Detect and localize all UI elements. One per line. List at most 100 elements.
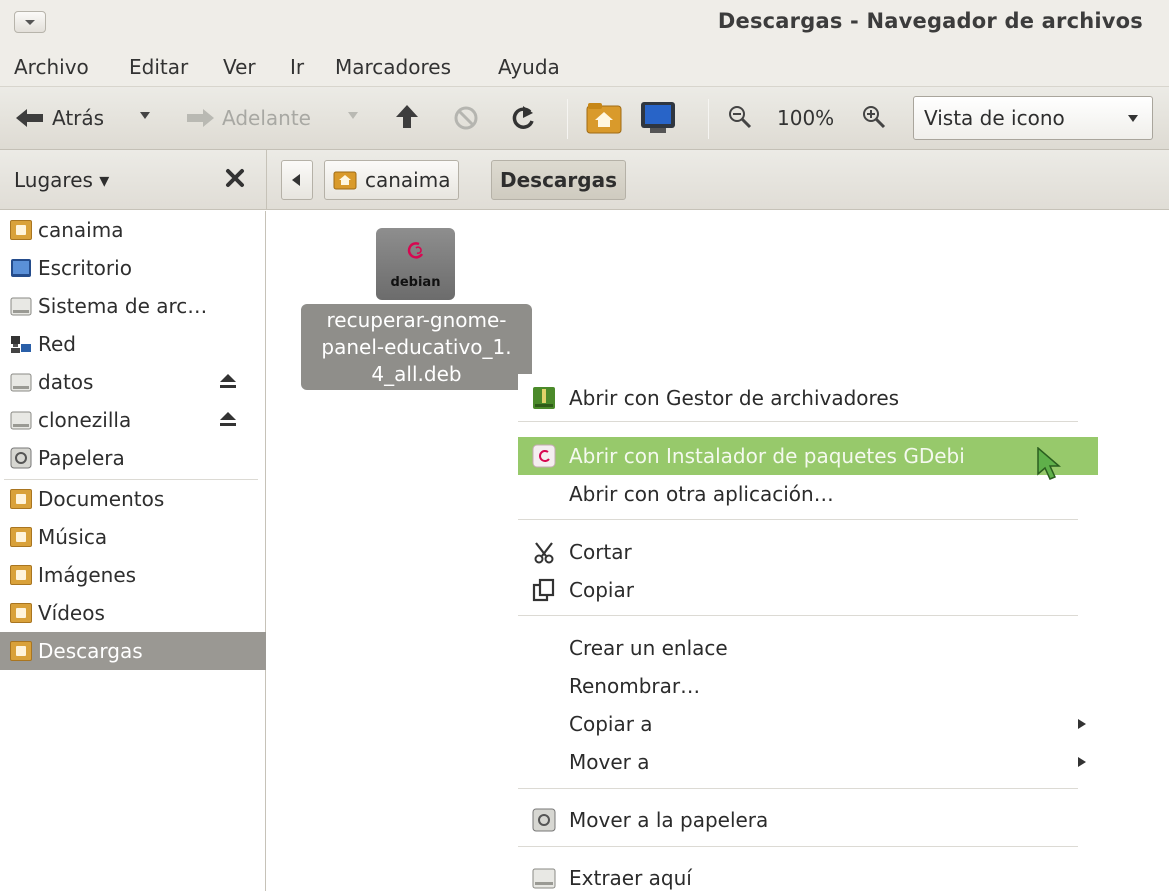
menu-separator [518, 788, 1078, 789]
close-sidebar-icon[interactable] [224, 167, 246, 189]
forward-history-dropdown[interactable] [348, 112, 358, 120]
view-mode-value: Vista de icono [924, 106, 1065, 130]
menu-cut[interactable]: Cortar [518, 533, 1098, 571]
places-sidebar: canaima Escritorio Sistema de arc… Red d… [0, 211, 266, 891]
forward-arrow-icon [187, 109, 214, 127]
home-button[interactable] [586, 102, 622, 134]
menu-separator [518, 846, 1078, 847]
back-history-dropdown[interactable] [140, 112, 150, 120]
path-scroll-left-button[interactable] [281, 160, 313, 200]
menu-open-with-other[interactable]: Abrir con otra aplicación… [518, 475, 1098, 513]
sidebar-item-label: Música [38, 525, 108, 549]
sidebar-item-canaima[interactable]: canaima [0, 211, 266, 249]
stop-button[interactable] [453, 105, 479, 131]
scissors-icon [528, 540, 558, 564]
menu-ayuda[interactable]: Ayuda [498, 55, 560, 79]
menu-ir[interactable]: Ir [290, 55, 304, 79]
menu-move-to-trash[interactable]: Mover a la papelera [518, 801, 1098, 839]
sidebar-item-clonezilla[interactable]: clonezilla [0, 401, 266, 439]
blank-icon [528, 712, 558, 736]
sidebar-item-sistema[interactable]: Sistema de arc… [0, 287, 266, 325]
chevron-left-icon [292, 174, 300, 186]
menu-marcadores[interactable]: Marcadores [335, 55, 451, 79]
view-mode-select[interactable]: Vista de icono [913, 96, 1153, 140]
sidebar-item-label: Vídeos [38, 601, 105, 625]
menu-copy[interactable]: Copiar [518, 571, 1098, 609]
forward-label: Adelante [222, 106, 311, 130]
sidebar-item-datos[interactable]: datos [0, 363, 266, 401]
menu-item-label: Abrir con Instalador de paquetes GDebi [569, 444, 965, 468]
drive-icon [528, 866, 558, 890]
file-name-line: 4_all.deb [371, 362, 462, 386]
folder-downloads-icon [10, 640, 32, 662]
zoom-in-button[interactable] [862, 105, 886, 129]
home-folder-icon [586, 103, 622, 134]
sidebar-item-red[interactable]: Red [0, 325, 266, 363]
blank-icon [528, 636, 558, 660]
places-selector[interactable]: Lugares ▾ [14, 168, 109, 192]
crumb-canaima[interactable]: canaima [324, 160, 460, 200]
sidebar-item-label: datos [38, 370, 94, 394]
network-icon [10, 333, 32, 355]
drive-icon [10, 371, 32, 393]
menu-create-link[interactable]: Crear un enlace [518, 629, 1098, 667]
sidebar-item-videos[interactable]: Vídeos [0, 594, 266, 632]
menu-item-label: Crear un enlace [569, 636, 728, 660]
sidebar-item-escritorio[interactable]: Escritorio [0, 249, 266, 287]
sidebar-item-label: Imágenes [38, 563, 137, 587]
menu-open-with-gdebi[interactable]: Abrir con Instalador de paquetes GDebi [518, 437, 1098, 480]
menu-open-with-archive-manager[interactable]: Abrir con Gestor de archivadores [518, 379, 1098, 417]
eject-icon[interactable] [220, 412, 236, 426]
computer-icon [641, 102, 675, 133]
menu-item-label: Renombrar… [569, 674, 701, 698]
submenu-arrow-icon [1078, 757, 1086, 767]
file-name-line: recuperar-gnome- [326, 308, 507, 332]
menu-ver[interactable]: Ver [223, 55, 256, 79]
file-name-label[interactable]: recuperar-gnome- panel-educativo_1. 4_al… [301, 304, 532, 390]
menu-separator [518, 615, 1078, 616]
up-button[interactable] [396, 105, 418, 129]
menu-extract-here[interactable]: Extraer aquí [518, 859, 1098, 891]
sidebar-item-papelera[interactable]: Papelera [0, 439, 266, 477]
crumb-descargas[interactable]: Descargas [491, 160, 627, 200]
menu-rename[interactable]: Renombrar… [518, 667, 1098, 705]
menu-archivo[interactable]: Archivo [14, 55, 89, 79]
menu-item-label: Abrir con otra aplicación… [569, 482, 834, 506]
blank-icon [528, 482, 558, 506]
menu-item-label: Copiar [569, 578, 634, 602]
chevron-down-icon [348, 112, 358, 119]
places-header: Lugares ▾ [0, 150, 266, 210]
sidebar-item-label: canaima [38, 218, 124, 242]
file-icon-text: debian [390, 275, 441, 290]
back-label: Atrás [52, 106, 105, 130]
window-menu-button[interactable] [14, 11, 46, 33]
sidebar-item-musica[interactable]: Música [0, 518, 266, 556]
computer-button[interactable] [640, 101, 676, 135]
sidebar-item-label: Descargas [38, 639, 143, 663]
blank-icon [528, 750, 558, 774]
trash-icon [10, 447, 32, 469]
eject-icon[interactable] [220, 374, 236, 388]
zoom-level[interactable]: 100% [777, 106, 834, 130]
chevron-down-icon [140, 112, 150, 119]
deb-package-file[interactable]: debian [376, 228, 455, 300]
menu-item-label: Mover a [569, 750, 650, 774]
back-button[interactable]: Atrás [16, 106, 104, 130]
sidebar-item-descargas[interactable]: Descargas [0, 632, 266, 670]
reload-button[interactable] [510, 105, 538, 131]
folder-pictures-icon [10, 564, 32, 586]
toolbar-separator [708, 99, 709, 139]
menu-editar[interactable]: Editar [129, 55, 188, 79]
sidebar-item-documentos[interactable]: Documentos [0, 480, 266, 518]
menu-item-label: Mover a la papelera [569, 808, 769, 832]
menu-copy-to[interactable]: Copiar a [518, 705, 1098, 743]
zoom-out-icon [729, 106, 752, 129]
window-title: Descargas - Navegador de archivos [717, 9, 1143, 33]
sidebar-item-imagenes[interactable]: Imágenes [0, 556, 266, 594]
toolbar-separator [567, 99, 568, 139]
zoom-in-icon [863, 106, 886, 129]
zoom-out-button[interactable] [728, 105, 752, 129]
forward-button[interactable]: Adelante [186, 106, 311, 130]
menu-move-to[interactable]: Mover a [518, 743, 1098, 781]
menu-bar: Archivo Editar Ver Ir Marcadores Ayuda [0, 45, 1169, 87]
